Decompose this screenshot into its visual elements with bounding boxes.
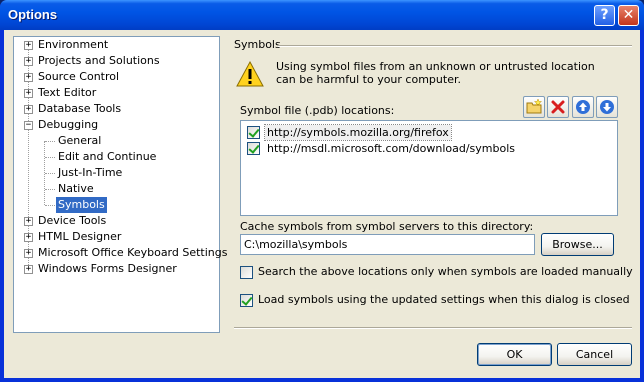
- tree-item-label[interactable]: Windows Forms Designer: [36, 261, 179, 277]
- tree-connector: [45, 157, 55, 158]
- tree-item-label[interactable]: Source Control: [36, 69, 121, 85]
- expand-icon[interactable]: +: [24, 249, 33, 258]
- symbol-locations-label: Symbol file (.pdb) locations:: [240, 104, 395, 117]
- tree-item-label[interactable]: Native: [56, 181, 96, 197]
- manual-only-label[interactable]: Search the above locations only when sym…: [258, 265, 633, 278]
- load-now-label[interactable]: Load symbols using the updated settings …: [258, 293, 630, 306]
- tree-item-label[interactable]: Text Editor: [36, 85, 98, 101]
- tree-connector: [45, 205, 55, 206]
- cache-directory-label: Cache symbols from symbol servers to thi…: [240, 220, 534, 233]
- new-folder-button[interactable]: [523, 96, 545, 118]
- tree-item-label[interactable]: Just-In-Time: [56, 165, 124, 181]
- location-checkbox[interactable]: [247, 126, 260, 139]
- move-up-button[interactable]: [572, 96, 594, 118]
- tree-item-label[interactable]: Edit and Continue: [56, 149, 158, 165]
- tree-item-label[interactable]: Database Tools: [36, 101, 123, 117]
- options-window: Options ? ✕ + Environment + Projects and…: [0, 0, 644, 382]
- tree-item-label[interactable]: HTML Designer: [36, 229, 123, 245]
- delete-icon: [548, 100, 568, 120]
- dialog-client: + Environment + Projects and Solutions +…: [4, 30, 640, 378]
- manual-only-checkbox[interactable]: [240, 266, 253, 279]
- expand-icon[interactable]: +: [24, 57, 33, 66]
- expand-icon[interactable]: +: [24, 105, 33, 114]
- tree-item-label[interactable]: Projects and Solutions: [36, 53, 162, 69]
- cancel-button[interactable]: Cancel: [557, 343, 632, 366]
- tree-item-label[interactable]: Debugging: [36, 117, 100, 133]
- title-bar[interactable]: Options ? ✕: [0, 0, 644, 30]
- load-now-checkbox[interactable]: [240, 294, 253, 307]
- tree-item-label[interactable]: General: [56, 133, 103, 149]
- expand-icon[interactable]: +: [24, 89, 33, 98]
- location-url[interactable]: http://msdl.microsoft.com/download/symbo…: [265, 141, 517, 156]
- move-down-icon: [597, 100, 617, 120]
- expand-icon[interactable]: +: [24, 217, 33, 226]
- tree-item-label[interactable]: Device Tools: [36, 213, 108, 229]
- expand-icon[interactable]: +: [24, 73, 33, 82]
- tree-connector: [45, 141, 55, 142]
- close-button[interactable]: ✕: [618, 5, 639, 26]
- move-up-icon: [573, 100, 593, 120]
- symbol-locations-list[interactable]: http://symbols.mozilla.org/firefox http:…: [240, 120, 618, 216]
- browse-button[interactable]: Browse...: [541, 233, 614, 256]
- window-title: Options: [8, 7, 58, 22]
- collapse-icon[interactable]: −: [24, 121, 33, 130]
- section-divider: [278, 45, 632, 47]
- warning-message: Using symbol files from an unknown or un…: [276, 60, 595, 86]
- tree-item-label[interactable]: Symbols: [56, 197, 107, 213]
- section-title: Symbols: [234, 38, 281, 51]
- location-checkbox[interactable]: [247, 142, 260, 155]
- expand-icon[interactable]: +: [24, 233, 33, 242]
- move-down-button[interactable]: [596, 96, 618, 118]
- new-folder-icon: [524, 98, 544, 120]
- expand-icon[interactable]: +: [24, 41, 33, 50]
- location-url[interactable]: http://symbols.mozilla.org/firefox: [264, 124, 452, 141]
- cache-directory-input[interactable]: C:\mozilla\symbols: [240, 234, 535, 255]
- warning-icon: [236, 60, 264, 88]
- help-button[interactable]: ?: [594, 5, 615, 26]
- tree-item-label[interactable]: Microsoft Office Keyboard Settings: [36, 245, 229, 261]
- footer-divider: [234, 327, 632, 329]
- ok-button[interactable]: OK: [477, 343, 552, 366]
- tree-connector: [45, 173, 55, 174]
- tree-item-label[interactable]: Environment: [36, 37, 110, 53]
- tree-connector: [45, 189, 55, 190]
- options-tree: + Environment + Projects and Solutions +…: [13, 36, 227, 333]
- expand-icon[interactable]: +: [24, 265, 33, 274]
- delete-button[interactable]: [547, 96, 569, 118]
